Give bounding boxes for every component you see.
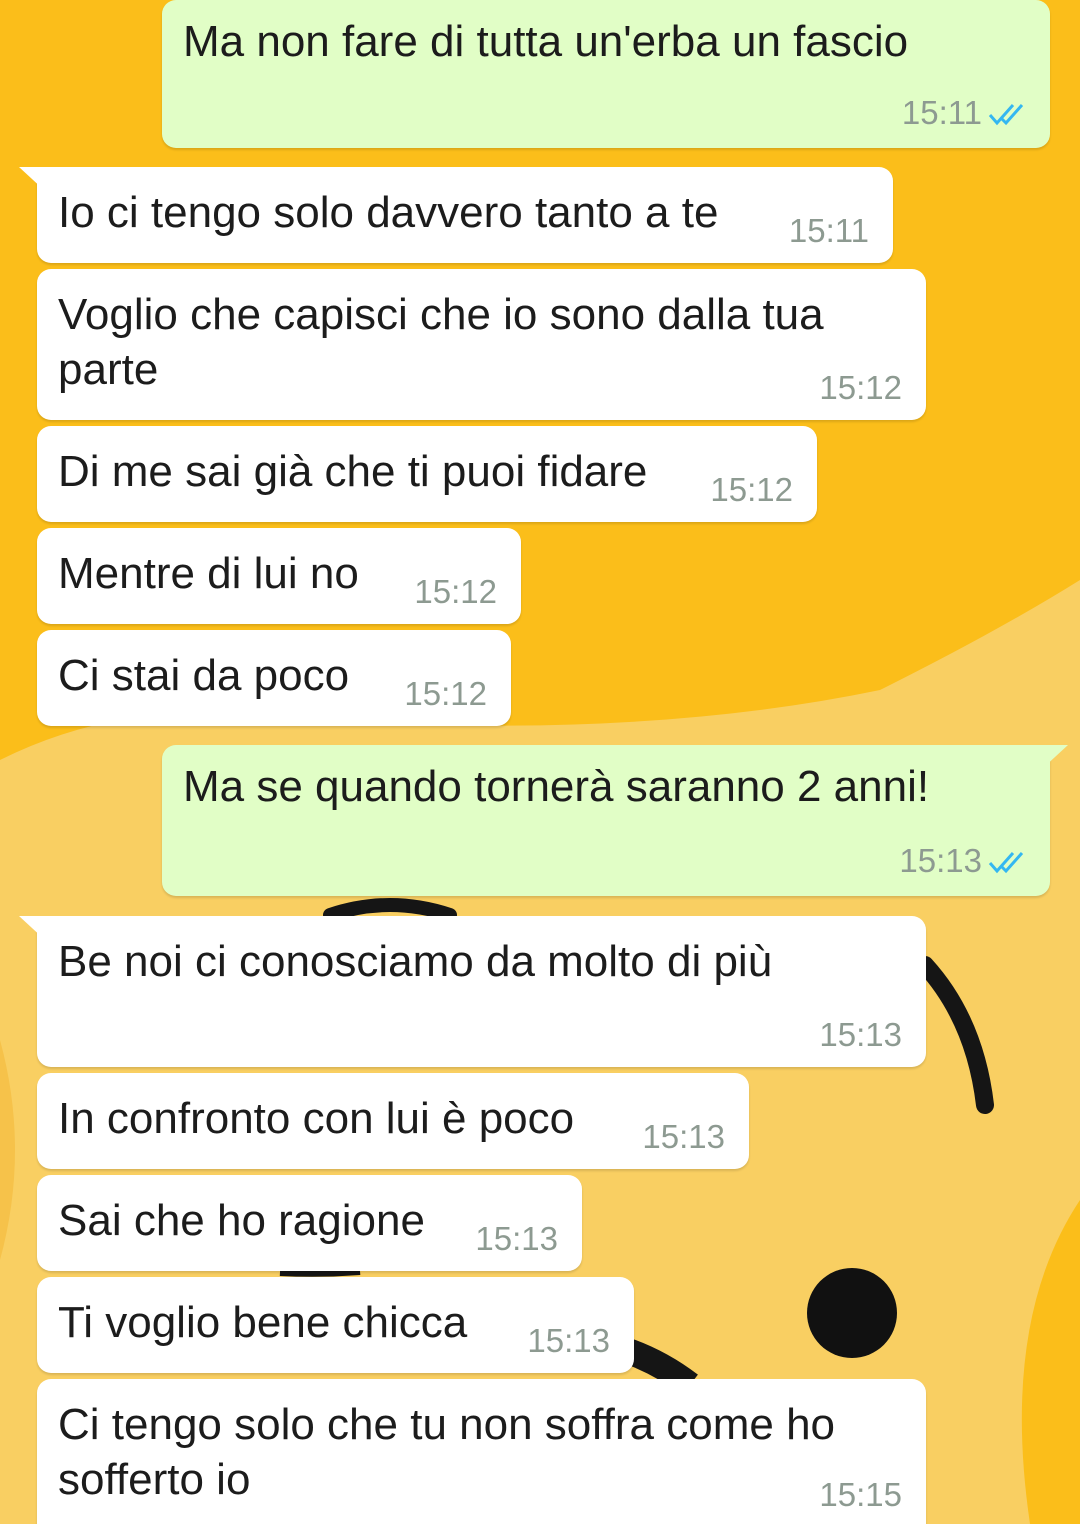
message-bubble-incoming[interactable]: Voglio che capisci che io sono dalla tua… <box>37 269 926 420</box>
message-text: Ma se quando tornerà saranno 2 anni! <box>183 762 930 811</box>
message-time: 15:12 <box>819 369 902 406</box>
message-bubble-incoming[interactable]: Di me sai già che ti puoi fidare 15:12 <box>37 426 817 522</box>
message-text: Mentre di lui no <box>58 549 359 598</box>
message-time: 15:13 <box>527 1322 610 1359</box>
message-text: Di me sai già che ti puoi fidare <box>58 447 648 496</box>
message-time: 15:12 <box>710 471 793 508</box>
message-bubble-outgoing[interactable]: Ma se quando tornerà saranno 2 anni! 15:… <box>162 745 1068 896</box>
message-time: 15:12 <box>404 675 487 712</box>
bubble-tail-icon <box>19 167 45 191</box>
message-bubble-incoming[interactable]: Be noi ci conosciamo da molto di più 15:… <box>19 916 926 1067</box>
message-bubble-incoming[interactable]: Mentre di lui no 15:12 <box>37 528 521 624</box>
message-bubble-incoming[interactable]: Ci stai da poco 15:12 <box>37 630 511 726</box>
message-text: Ci tengo solo che tu non soffra come ho … <box>58 1400 836 1504</box>
message-text: Ma non fare di tutta un'erba un fascio <box>183 17 909 66</box>
message-time: 15:13 <box>819 1016 902 1053</box>
message-bubble-incoming[interactable]: Sai che ho ragione 15:13 <box>37 1175 582 1271</box>
double-check-read-icon <box>988 104 1024 126</box>
bubble-tail-icon <box>1042 745 1068 769</box>
bubble-tail-icon <box>19 916 45 940</box>
message-bubble-incoming[interactable]: In confronto con lui è poco 15:13 <box>37 1073 749 1169</box>
message-time: 15:12 <box>414 573 497 610</box>
message-bubble-incoming[interactable]: Ti voglio bene chicca 15:13 <box>37 1277 634 1373</box>
message-text: Ti voglio bene chicca <box>58 1298 468 1347</box>
message-bubble-outgoing[interactable]: Ma non fare di tutta un'erba un fascio 1… <box>162 0 1050 148</box>
message-time: 15:13 <box>642 1118 725 1155</box>
double-check-read-icon <box>988 852 1024 874</box>
message-text: Ci stai da poco <box>58 651 350 700</box>
message-time: 15:15 <box>819 1476 902 1513</box>
message-text: In confronto con lui è poco <box>58 1094 575 1143</box>
message-time: 15:13 <box>475 1220 558 1257</box>
message-bubble-incoming[interactable]: Io ci tengo solo davvero tanto a te 15:1… <box>19 167 893 263</box>
message-time: 15:13 <box>899 842 982 879</box>
message-time: 15:11 <box>788 212 869 249</box>
message-text: Voglio che capisci che io sono dalla tua… <box>58 290 824 394</box>
message-text: Sai che ho ragione <box>58 1196 425 1245</box>
message-bubble-incoming[interactable]: Ci tengo solo che tu non soffra come ho … <box>37 1379 926 1524</box>
message-text: Be noi ci conosciamo da molto di più <box>58 937 773 986</box>
message-time: 15:11 <box>901 94 982 131</box>
message-text: Io ci tengo solo davvero tanto a te <box>58 188 719 237</box>
